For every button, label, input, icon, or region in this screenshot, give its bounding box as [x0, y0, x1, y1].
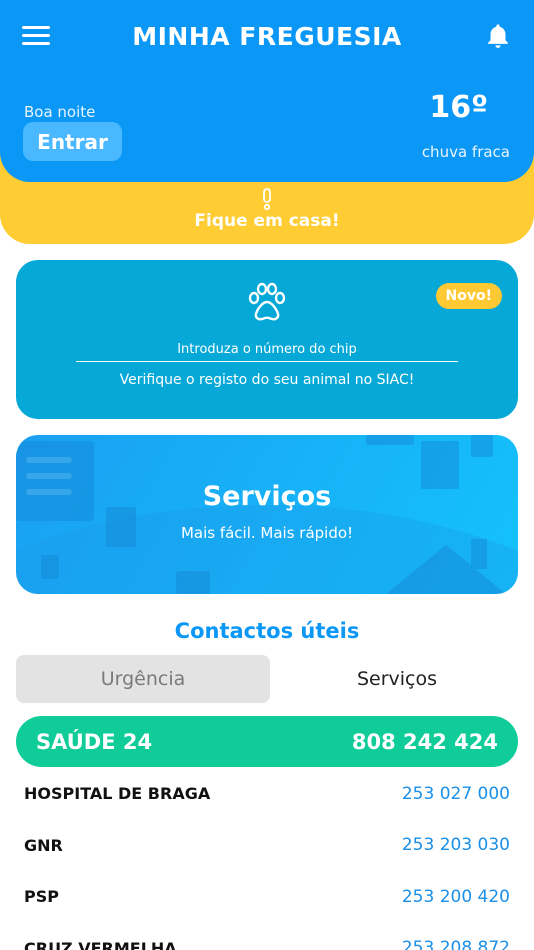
contact-phone[interactable]: 253 027 000: [402, 784, 510, 804]
chip-caption: Verifique o registo do seu animal no SIA…: [119, 372, 415, 388]
new-badge: Novo!: [435, 283, 502, 309]
contacts-title: Contactos úteis: [174, 619, 360, 643]
services-background-decoration: [16, 435, 518, 594]
contact-row[interactable]: HOSPITAL DE BRAGA 253 027 000: [0, 768, 534, 820]
paw-icon: [248, 282, 286, 321]
login-button[interactable]: Entrar: [23, 122, 122, 161]
featured-contact-phone: 808 242 424: [351, 729, 498, 754]
weather-description: chuva fraca: [421, 143, 510, 161]
tab-urgencia[interactable]: Urgência: [16, 655, 270, 703]
contact-name: GNR: [24, 835, 63, 855]
bell-icon[interactable]: [484, 22, 512, 50]
temperature: 16º: [429, 90, 488, 125]
services-title: Serviços: [202, 481, 332, 512]
alert-text: Fique em casa!: [194, 211, 340, 231]
featured-contact[interactable]: SAÚDE 24 808 242 424: [16, 716, 518, 767]
greeting-text: Boa noite: [24, 103, 96, 121]
contact-name: PSP: [24, 887, 59, 907]
pet-chip-card: Novo! Verifique o registo do seu animal …: [16, 260, 518, 419]
app-title: MINHA FREGUESIA: [132, 22, 402, 51]
app-header: MINHA FREGUESIA Boa noite Entrar 16º chu…: [0, 0, 534, 182]
contact-name: CRUZ VERMELHA: [24, 938, 177, 950]
contact-row[interactable]: PSP 253 200 420: [0, 871, 534, 923]
contact-row[interactable]: GNR 253 203 030: [0, 820, 534, 872]
contact-phone[interactable]: 253 208 872: [402, 938, 510, 950]
tab-servicos[interactable]: Serviços: [270, 655, 524, 703]
exclamation-icon: [263, 188, 271, 210]
contact-list: HOSPITAL DE BRAGA 253 027 000 GNR 253 20…: [0, 768, 534, 950]
chip-number-input[interactable]: [76, 338, 458, 362]
services-subtitle: Mais fácil. Mais rápido!: [180, 524, 354, 542]
contact-phone[interactable]: 253 200 420: [402, 887, 510, 907]
contact-row[interactable]: CRUZ VERMELHA 253 208 872: [0, 923, 534, 950]
contact-phone[interactable]: 253 203 030: [402, 835, 510, 855]
featured-contact-name: SAÚDE 24: [36, 729, 153, 754]
services-card[interactable]: Serviços Mais fácil. Mais rápido!: [16, 435, 518, 594]
contact-name: HOSPITAL DE BRAGA: [24, 784, 211, 804]
